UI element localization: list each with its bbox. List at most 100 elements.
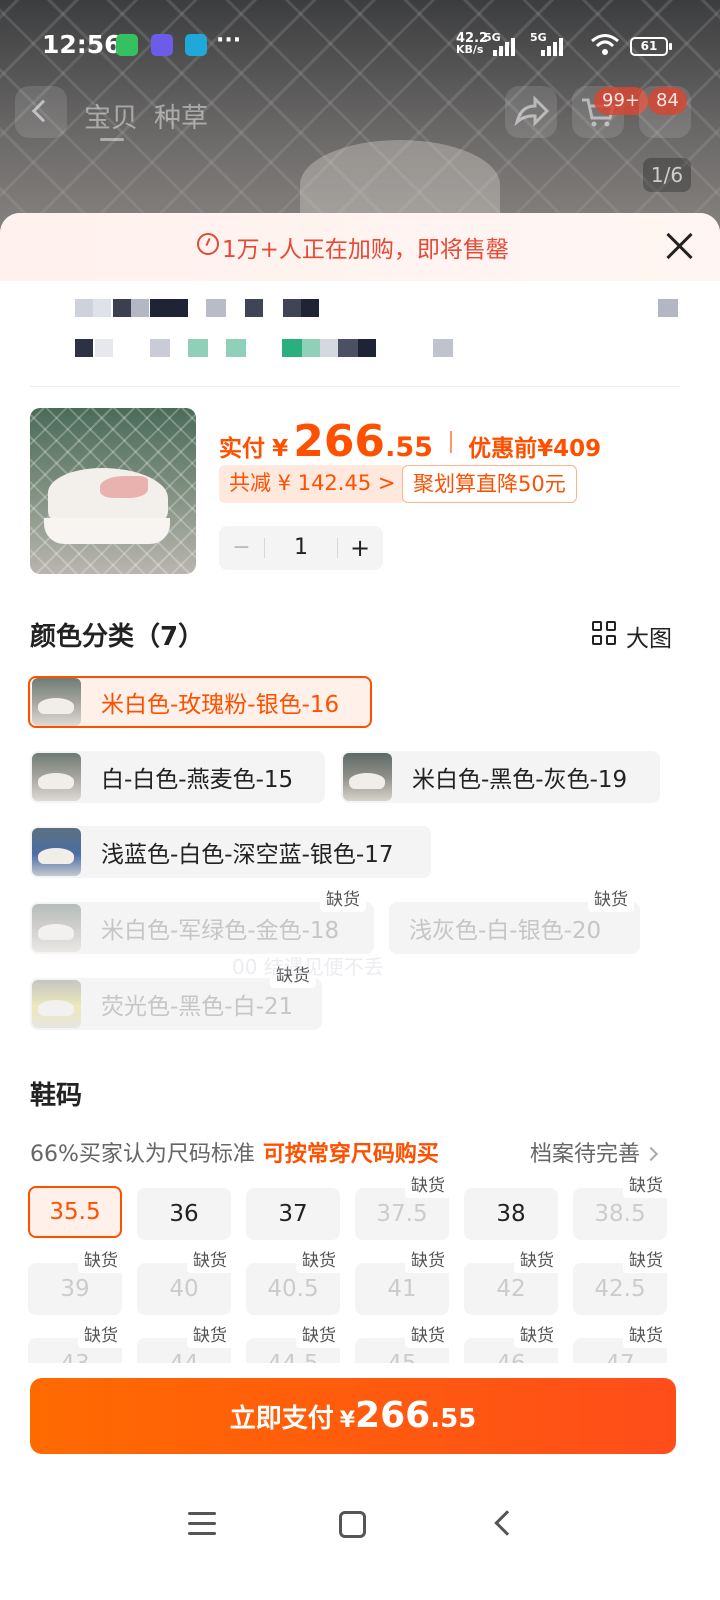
wifi-icon [591,34,619,55]
product-thumbnail[interactable] [30,408,196,574]
color-option-label: 米白色-黑色-灰色-19 [412,767,628,793]
net-speed-unit: KB/s [456,43,484,56]
size-option[interactable]: 38 [464,1188,558,1240]
size-option[interactable]: 42.5 缺货 [573,1249,669,1315]
size-option[interactable]: 38.5 缺货 [573,1174,669,1240]
color-option-label: 米白色-玫瑰粉-银色-16 [101,692,340,718]
more-notifications-icon: ··· [216,28,242,53]
size-option[interactable]: 42 缺货 [464,1249,560,1315]
size-option[interactable]: 37.5 缺货 [355,1174,451,1240]
price-currency: ¥ [272,436,289,462]
size-option[interactable]: 40 缺货 [137,1249,233,1315]
censored-address[interactable] [75,299,695,369]
size-option-label: 45 [387,1351,416,1363]
size-option[interactable]: 45 缺货 [355,1324,451,1363]
size-option[interactable]: 47 缺货 [573,1324,669,1363]
price-amount-dec: .55 [385,432,433,463]
menu-icon[interactable] [188,1512,216,1536]
size-option-label: 35.5 [49,1199,101,1225]
size-option[interactable]: 37 [246,1188,340,1240]
color-option-label: 浅灰色-白-银色-20 [409,918,602,944]
close-icon[interactable] [664,231,694,261]
signal-icon [493,36,525,56]
size-section-title: 鞋码 [30,1081,83,1111]
color-thumbnail [32,678,81,726]
size-option[interactable]: 46 缺货 [464,1324,560,1363]
size-grid: 35.5 36 37 37.5 缺货 38 38.5 缺货 39 缺货 40 缺货 40… [0,1173,720,1363]
size-option[interactable]: 44.5 缺货 [246,1324,342,1363]
size-option[interactable]: 40.5 缺货 [246,1249,342,1315]
out-of-stock-tag: 缺货 [623,1249,669,1273]
color-thumbnail [32,980,81,1028]
size-option[interactable]: 39 缺货 [28,1249,124,1315]
pay-amount-dec: .55 [430,1404,477,1434]
color-option[interactable]: 米白色-军绿色-金色-18 缺货 [30,888,374,954]
home-icon[interactable] [339,1511,366,1538]
color-thumbnail [32,828,81,876]
out-of-stock-tag: 缺货 [187,1249,233,1273]
quantity-stepper: − 1 + [219,526,383,570]
pay-currency: ¥ [339,1408,356,1433]
out-of-stock-tag: 缺货 [296,1249,342,1273]
size-option-label: 37.5 [376,1201,428,1227]
promo-tag: 聚划算直降50元 [402,465,577,503]
out-of-stock-tag: 缺货 [588,888,634,912]
watermark: 00 结遇见便不丢 [232,955,384,979]
price-before-label: 优惠前 [468,436,538,462]
header-tabs: 宝贝 种草 [84,96,224,135]
color-option[interactable]: 荧光色-黑色-白-21 缺货 [30,964,322,1030]
price-amount-int: 266 [293,416,386,467]
size-option[interactable]: 43 缺货 [28,1324,124,1363]
discount-detail-tag[interactable]: 共减 ¥ 142.45 > [219,465,406,503]
color-option-label: 白-白色-燕麦色-15 [101,767,294,793]
out-of-stock-tag: 缺货 [296,1324,342,1348]
color-option[interactable]: 米白色-玫瑰粉-银色-16 [28,676,372,728]
out-of-stock-tag: 缺货 [623,1324,669,1348]
size-option[interactable]: 36 [137,1188,231,1240]
tab-item[interactable]: 宝贝 [84,103,138,134]
status-bar: 12:56 ··· 42.2 KB/s 5G 5G 61 [0,0,720,92]
color-option-label: 荧光色-黑色-白-21 [101,994,294,1020]
size-option[interactable]: 41 缺货 [355,1249,451,1315]
divider [30,386,680,387]
pay-now-button[interactable]: 立即支付 ¥266.55 [30,1378,676,1454]
size-option-label: 38.5 [594,1201,646,1227]
quantity-value[interactable]: 1 [265,526,337,570]
back-icon[interactable] [494,1510,520,1536]
image-pager: 1/6 [643,158,691,192]
size-option-label: 40 [169,1276,199,1302]
color-thumbnail [343,753,392,801]
quantity-decrease-button[interactable]: − [219,526,264,570]
system-navigation-bar [0,1480,720,1570]
size-profile-label: 档案待完善 [530,1142,641,1167]
size-option-label: 38 [496,1201,526,1227]
app-notification-icon [151,34,173,56]
battery-indicator: 61 [630,37,672,56]
tab-grass[interactable]: 种草 [154,103,208,134]
back-button[interactable] [15,86,67,138]
color-option-label: 米白色-军绿色-金色-18 [101,918,340,944]
share-button[interactable] [505,86,557,138]
size-profile-link[interactable]: 档案待完善 [530,1136,659,1168]
big-view-label: 大图 [626,626,672,652]
size-hint: 66%买家认为尺码标准 可按常穿尺码购买 [30,1136,439,1168]
urgency-text: 1万+人正在加购，即将售罄 [222,237,509,263]
signal-icon-2 [541,36,573,56]
out-of-stock-tag: 缺货 [405,1249,451,1273]
size-option[interactable]: 44 缺货 [137,1324,233,1363]
color-section-title: 颜色分类（7） [30,622,205,652]
color-option[interactable]: 浅蓝色-白色-深空蓝-银色-17 [30,826,431,878]
size-option[interactable]: 35.5 [28,1186,122,1238]
size-option-label: 43 [60,1351,89,1363]
out-of-stock-tag: 缺货 [187,1324,233,1348]
message-badge: 84 [648,87,687,115]
out-of-stock-tag: 缺货 [78,1249,124,1273]
color-option[interactable]: 米白色-黑色-灰色-19 [341,751,660,803]
color-option[interactable]: 白-白色-燕麦色-15 [30,751,325,803]
wechat-icon [116,34,138,56]
quantity-increase-button[interactable]: + [337,526,383,570]
out-of-stock-tag: 缺货 [78,1324,124,1348]
color-option[interactable]: 浅灰色-白-银色-20 缺货 [389,888,640,954]
price-separator [450,431,452,453]
grid-icon [592,621,617,646]
